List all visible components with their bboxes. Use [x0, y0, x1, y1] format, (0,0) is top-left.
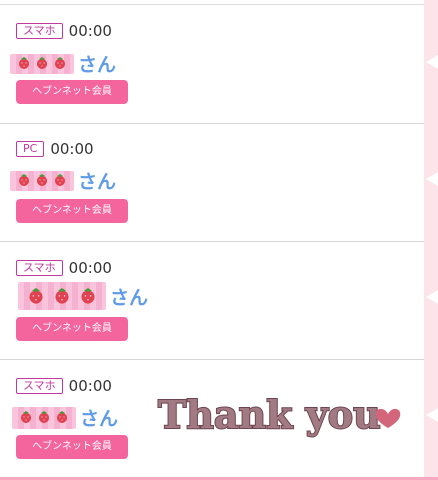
- strawberry-icon: [81, 287, 95, 304]
- access-time: 00:00: [68, 22, 112, 40]
- strawberry-icon: [37, 174, 47, 186]
- strawberry-icon: [21, 411, 31, 423]
- member-button[interactable]: ヘブンネット会員: [16, 80, 128, 104]
- name-suffix: さん: [78, 54, 117, 76]
- name-suffix: さん: [80, 408, 119, 430]
- access-time: 00:00: [68, 377, 112, 395]
- strawberry-icon: [19, 174, 29, 186]
- side-notch: [426, 290, 438, 304]
- name-masked: [10, 170, 74, 191]
- thank-you-stamp: Thank you: [157, 391, 401, 438]
- strawberry-icon: [55, 287, 69, 304]
- device-badge: PC: [16, 141, 45, 157]
- divider: [0, 123, 424, 124]
- name-masked: [12, 406, 76, 429]
- name-suffix: さん: [78, 171, 117, 193]
- strawberry-icon: [39, 411, 49, 423]
- member-button[interactable]: ヘブンネット会員: [16, 317, 128, 341]
- name-masked: [10, 53, 74, 74]
- thank-you-text: Thank you: [158, 392, 381, 437]
- divider: [0, 359, 424, 360]
- member-button[interactable]: ヘブンネット会員: [16, 199, 128, 223]
- name-suffix: さん: [110, 286, 149, 309]
- divider: [0, 241, 424, 242]
- member-button[interactable]: ヘブンネット会員: [16, 435, 128, 459]
- device-badge: スマホ: [16, 260, 63, 276]
- side-notch: [426, 172, 438, 186]
- access-time: 00:00: [50, 140, 94, 158]
- side-notch: [426, 55, 438, 69]
- access-time: 00:00: [68, 259, 112, 277]
- name-masked: [18, 282, 106, 310]
- strawberry-icon: [19, 57, 29, 69]
- device-badge: スマホ: [16, 23, 63, 39]
- strawberry-icon: [55, 174, 65, 186]
- strawberry-icon: [37, 57, 47, 69]
- top-divider: [0, 4, 424, 5]
- side-notch: [426, 408, 438, 422]
- strawberry-icon: [55, 57, 65, 69]
- device-badge: スマホ: [16, 378, 63, 394]
- strawberry-icon: [29, 287, 43, 304]
- side-panel: [424, 0, 438, 480]
- strawberry-icon: [57, 411, 67, 423]
